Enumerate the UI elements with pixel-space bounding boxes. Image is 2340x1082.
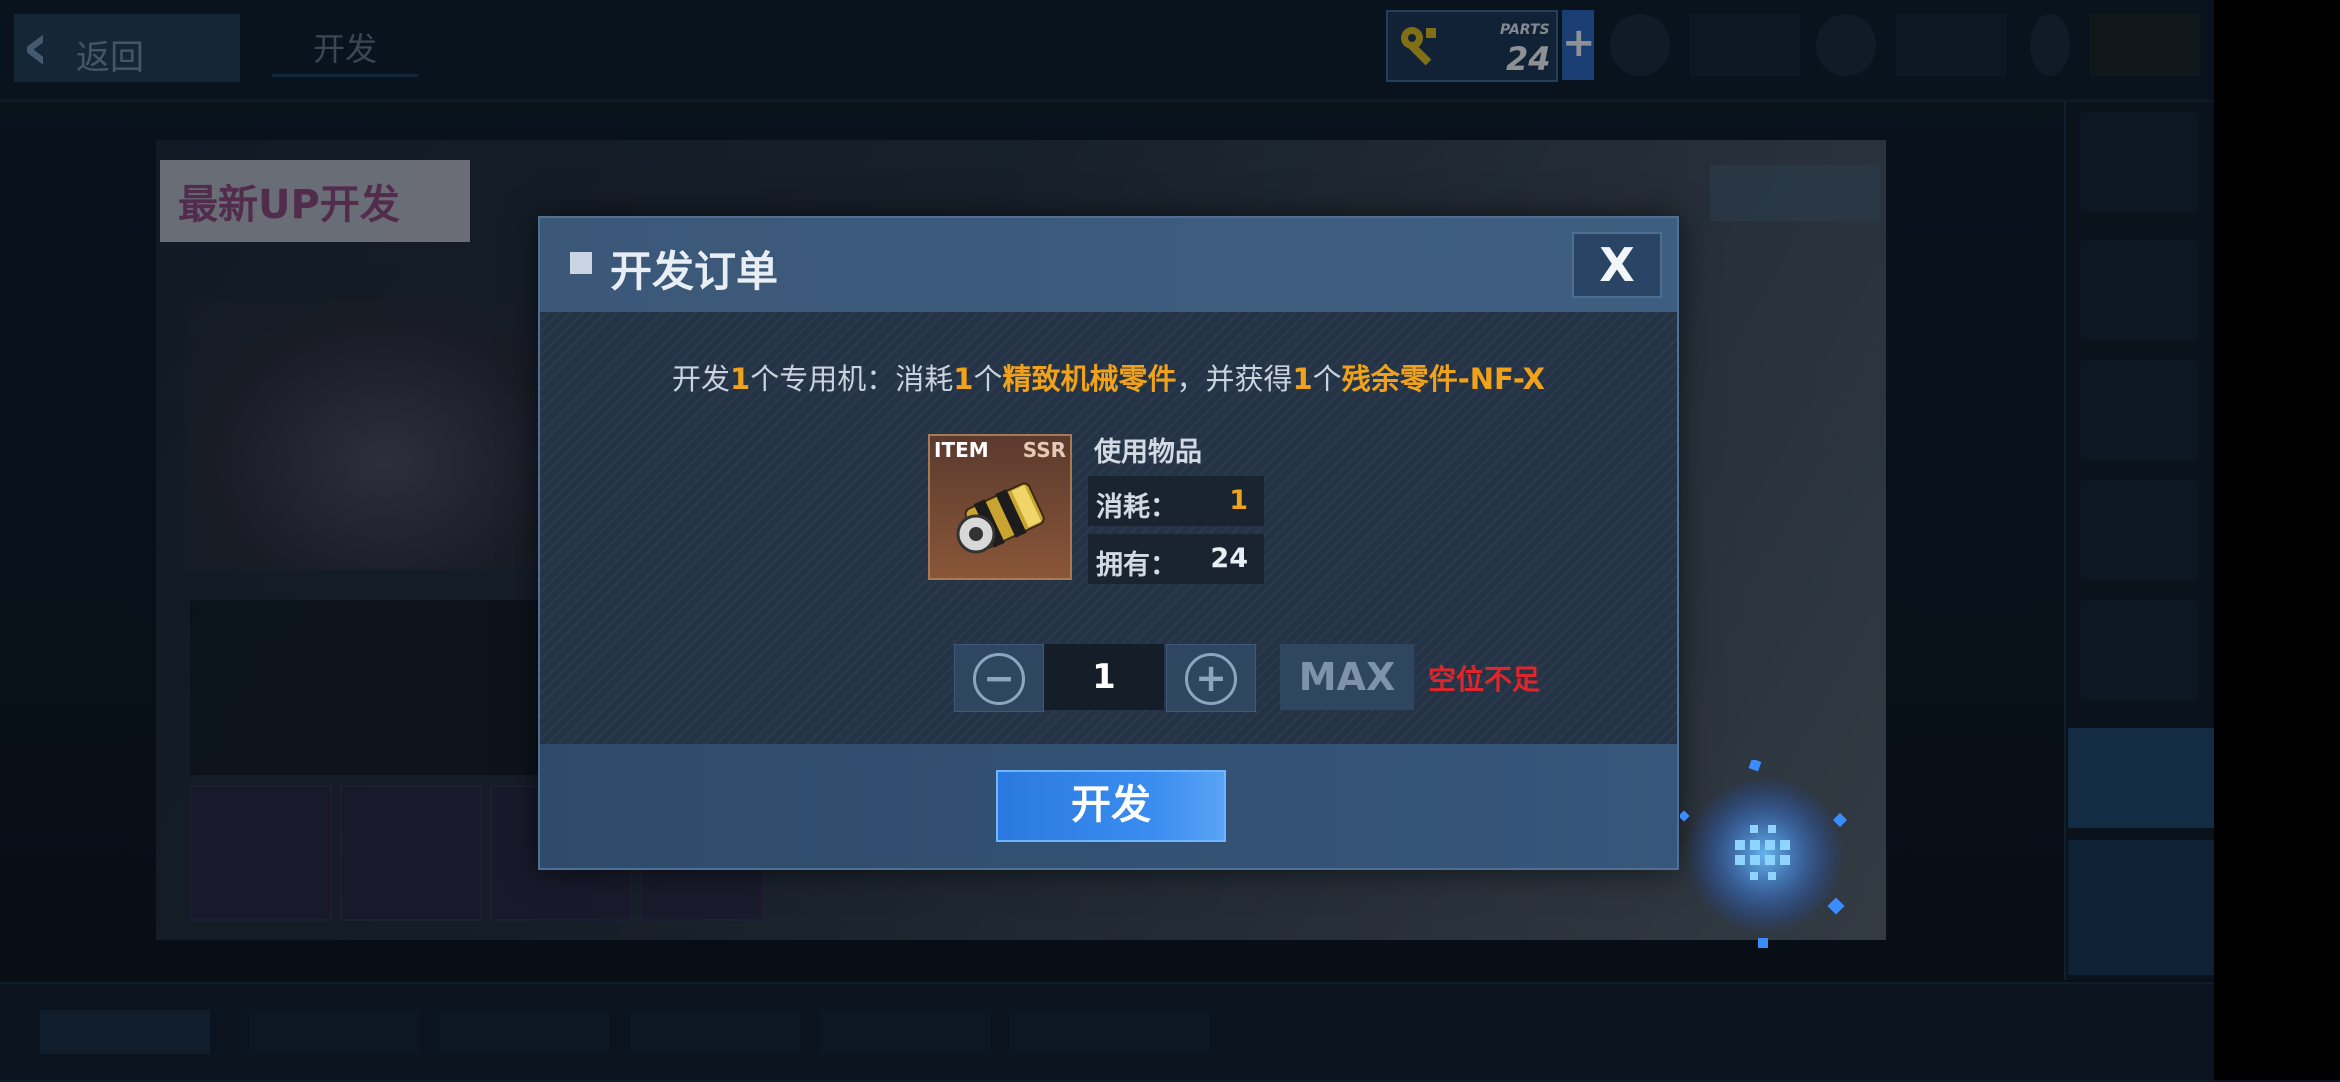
max-button[interactable]: MAX (1280, 644, 1414, 710)
dialog-header: 开发订单 X (540, 218, 1677, 312)
desc-number: 1 (953, 362, 974, 396)
increase-button[interactable]: + (1166, 644, 1256, 712)
dialog-title: 开发订单 (610, 247, 779, 296)
close-button[interactable]: X (1572, 232, 1662, 298)
minus-icon: − (973, 653, 1025, 705)
consume-row: 消耗： 1 (1088, 476, 1264, 526)
desc-text: 个 (973, 362, 1003, 396)
owned-row: 拥有： 24 (1088, 534, 1264, 584)
desc-number: 1 (1292, 362, 1313, 396)
desc-item-consumed: 精致机械零件 (1002, 362, 1177, 396)
item-rarity: SSR (1022, 438, 1066, 462)
item-label: ITEM (934, 438, 989, 462)
close-icon: X (1599, 238, 1635, 292)
consume-value: 1 (1229, 485, 1248, 516)
desc-item-gained: 残余零件-NF-X (1341, 362, 1545, 396)
square-bullet-icon (570, 252, 592, 274)
desc-text: 个专用机：消耗 (750, 362, 954, 396)
screen-edge (2214, 0, 2340, 1080)
plus-icon: + (1185, 653, 1237, 705)
owned-label: 拥有： (1096, 550, 1177, 581)
item-card[interactable]: ITEM SSR (928, 434, 1072, 580)
decrease-button[interactable]: − (954, 644, 1044, 712)
desc-text: 个 (1312, 362, 1342, 396)
desc-text: 开发 (672, 362, 731, 396)
mechanical-part-icon (956, 482, 1045, 554)
use-item-label: 使用物品 (1094, 437, 1202, 468)
sparkle-effect (1680, 760, 1848, 948)
quantity-value[interactable]: 1 (1044, 644, 1164, 710)
develop-description: 开发1个专用机：消耗1个精致机械零件，并获得1个残余零件-NF-X (540, 356, 1677, 398)
develop-button[interactable]: 开发 (996, 770, 1226, 842)
owned-value: 24 (1210, 543, 1248, 574)
desc-number: 1 (730, 362, 751, 396)
develop-order-dialog: 开发订单 X 开发1个专用机：消耗1个精致机械零件，并获得1个残余零件-NF-X… (538, 216, 1679, 870)
consume-label: 消耗： (1096, 492, 1177, 523)
insufficient-slots-warning: 空位不足 (1428, 663, 1541, 696)
desc-text: ，并获得 (1176, 362, 1293, 396)
quantity-stepper: − 1 + MAX 空位不足 (954, 644, 1554, 712)
